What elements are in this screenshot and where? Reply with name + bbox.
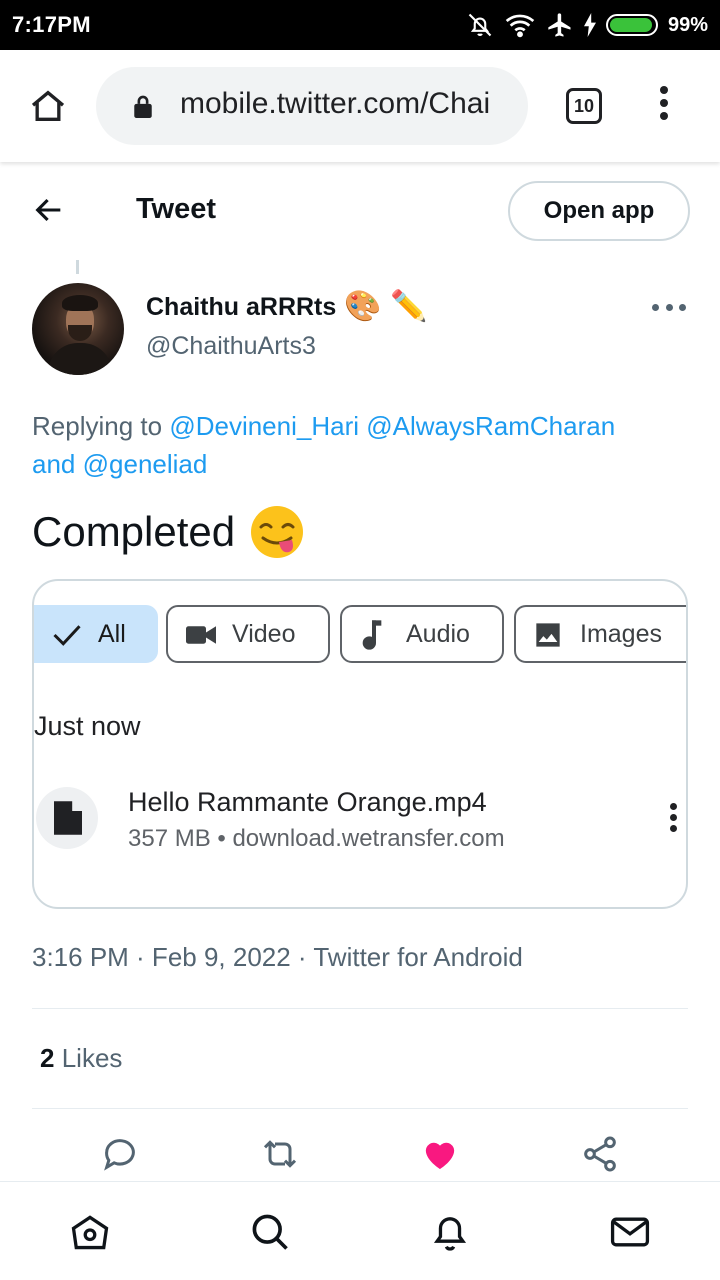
- battery-percent: 99%: [667, 13, 708, 36]
- page-title: Tweet: [136, 193, 217, 225]
- date-group-label: Just now: [34, 711, 141, 741]
- music-note-icon: [362, 620, 382, 650]
- mention-link[interactable]: @geneliad: [83, 449, 208, 479]
- likes-number: 2: [40, 1043, 55, 1073]
- replying-prefix: Replying to: [32, 411, 163, 441]
- search-icon[interactable]: [248, 1210, 292, 1254]
- mention-link[interactable]: @AlwaysRamCharan: [366, 411, 615, 441]
- browser-menu-icon[interactable]: [656, 86, 672, 126]
- more-horizontal-icon[interactable]: [652, 300, 686, 314]
- home-icon[interactable]: [68, 1210, 112, 1254]
- replying-and[interactable]: and: [32, 449, 75, 479]
- wifi-icon: [505, 14, 535, 38]
- status-bar: 7:17PM 99%: [0, 0, 720, 50]
- filter-chip-video: Video: [166, 605, 330, 663]
- author-name[interactable]: Chaithu aRRRts 🎨 ✏️: [146, 292, 427, 322]
- retweet-icon[interactable]: [260, 1134, 300, 1174]
- tweet-timestamp[interactable]: 3:16 PM · Feb 9, 2022 · Twitter for Andr…: [32, 942, 523, 973]
- author-handle[interactable]: @ChaithuArts3: [146, 332, 316, 361]
- filter-chip-all: All: [34, 605, 158, 663]
- chip-label: Video: [232, 619, 296, 648]
- videocam-icon: [186, 626, 216, 644]
- divider: [32, 1008, 688, 1009]
- heart-icon[interactable]: [420, 1134, 460, 1174]
- bottom-navigation: [0, 1181, 720, 1280]
- file-name: Hello Rammante Orange.mp4: [128, 787, 487, 817]
- divider: [32, 1108, 688, 1109]
- mention-link[interactable]: @Devineni_Hari: [169, 411, 359, 441]
- tweet-text-content: Completed: [32, 508, 236, 555]
- replying-to: Replying to @Devineni_Hari @AlwaysRamCha…: [32, 407, 672, 483]
- file-icon: [36, 787, 98, 849]
- thread-line: [76, 260, 79, 274]
- airplane-icon: [548, 13, 571, 37]
- status-time: 7:17PM: [12, 12, 91, 37]
- tweet-image[interactable]: All Video Audio Images Just now Hello Ra…: [32, 579, 688, 909]
- likes-count[interactable]: 2 Likes: [40, 1043, 122, 1074]
- filter-chip-images: Images: [514, 605, 686, 663]
- author-name-text: Chaithu aRRRts: [146, 292, 337, 321]
- more-vertical-icon: [668, 803, 678, 835]
- home-icon[interactable]: [28, 86, 68, 126]
- file-meta: 357 MB • download.wetransfer.com: [128, 825, 505, 852]
- share-icon[interactable]: [580, 1134, 620, 1174]
- likes-label: Likes: [61, 1043, 123, 1073]
- url-text: mobile.twitter.com/Chai: [180, 87, 491, 120]
- filter-chip-audio: Audio: [340, 605, 504, 663]
- charging-icon: [583, 13, 596, 37]
- battery-icon: [605, 14, 658, 36]
- comment-icon[interactable]: [100, 1134, 140, 1174]
- browser-toolbar: mobile.twitter.com/Chai 10: [0, 50, 720, 162]
- tab-switcher-button[interactable]: 10: [566, 88, 602, 124]
- chip-label: Images: [580, 619, 662, 648]
- lock-icon: [134, 95, 152, 118]
- image-icon: [536, 623, 560, 647]
- tweet-text: Completed: [32, 504, 305, 560]
- arrow-left-icon[interactable]: [32, 193, 66, 227]
- status-icons: 99%: [466, 9, 708, 41]
- check-icon: [53, 625, 81, 646]
- savoring-face-emoji-icon: [251, 506, 304, 558]
- avatar[interactable]: [32, 283, 124, 375]
- mute-bell-icon: [468, 13, 492, 37]
- chip-label: All: [98, 619, 126, 648]
- mail-icon[interactable]: [608, 1210, 652, 1254]
- chip-label: Audio: [406, 619, 470, 648]
- address-bar[interactable]: mobile.twitter.com/Chai: [96, 67, 528, 145]
- author-emojis: 🎨 ✏️: [344, 290, 428, 323]
- bell-icon[interactable]: [428, 1210, 472, 1254]
- open-app-button[interactable]: Open app: [508, 181, 690, 241]
- tweet-actions: [0, 1130, 720, 1178]
